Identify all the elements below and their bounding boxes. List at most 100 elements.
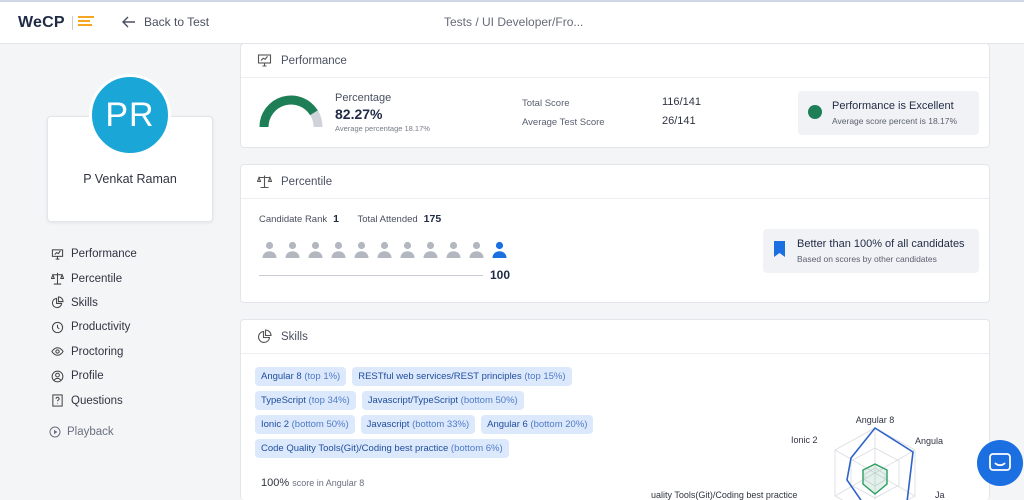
total-score-value: 116/141 xyxy=(662,96,701,108)
skill-tags: Angular 8 (top 1%) RESTful web services/… xyxy=(255,367,675,463)
logo-separator xyxy=(72,16,73,30)
percentile-summary: Better than 100% of all candidates Based… xyxy=(763,229,979,273)
skill-tag[interactable]: Angular 6 (bottom 20%) xyxy=(481,415,594,434)
nav-item-percentile[interactable]: Percentile xyxy=(51,266,137,290)
person-icon xyxy=(400,241,415,258)
avg-test-score-label: Average Test Score xyxy=(522,117,605,128)
avg-test-score-value: 26/141 xyxy=(662,115,696,127)
attended-value: 175 xyxy=(423,213,442,225)
total-score-label: Total Score xyxy=(522,98,570,109)
playback-button[interactable]: Playback xyxy=(49,426,114,438)
person-icon xyxy=(446,241,461,258)
play-circle-icon xyxy=(49,426,61,438)
verdict-title: Performance is Excellent xyxy=(832,100,954,112)
skill-score-value: 100% xyxy=(261,477,290,489)
chat-launcher-button[interactable] xyxy=(977,440,1023,486)
person-icon xyxy=(331,241,346,258)
card-title: Performance xyxy=(281,54,347,67)
skill-tag[interactable]: Javascript/TypeScript (bottom 50%) xyxy=(361,391,524,410)
radar-axis-label: uality Tools(Git)/Coding best practice xyxy=(651,490,797,500)
scale-icon xyxy=(51,273,64,285)
rank-row: Candidate Rank 1 Total Attended 175 xyxy=(259,213,457,225)
nav-label: Percentile xyxy=(71,272,123,285)
radar-series-average xyxy=(862,463,888,495)
presentation-chart-icon xyxy=(257,54,272,67)
performance-verdict: Performance is Excellent Average score p… xyxy=(798,91,979,135)
back-to-test-link[interactable]: Back to Test xyxy=(122,15,209,29)
skill-tag[interactable]: Ionic 2 (bottom 50%) xyxy=(255,415,355,434)
person-icon xyxy=(377,241,392,258)
card-title: Percentile xyxy=(281,175,333,188)
nav-item-proctoring[interactable]: Proctoring xyxy=(51,340,137,364)
person-icon xyxy=(423,241,438,258)
performance-card: Performance Percentage 82.27% Average pe… xyxy=(240,43,990,148)
skill-tag[interactable]: Angular 8 (top 1%) xyxy=(255,367,347,386)
nav-label: Profile xyxy=(71,370,104,383)
nav-label: Proctoring xyxy=(71,345,124,358)
breadcrumb: Tests / UI Developer/Fro... xyxy=(444,15,584,29)
nav-item-performance[interactable]: Performance xyxy=(51,242,137,266)
percentile-summary-title: Better than 100% of all candidates xyxy=(797,238,965,250)
arrow-left-icon xyxy=(122,16,135,28)
logo-bars-icon xyxy=(78,16,94,30)
percentile-summary-subtitle: Based on scores by other candidates xyxy=(797,254,937,264)
nav-label: Productivity xyxy=(71,321,131,334)
nav-label: Questions xyxy=(71,394,123,407)
clock-icon xyxy=(51,321,64,333)
person-icon xyxy=(262,241,277,258)
person-icon-candidate xyxy=(492,241,507,258)
back-label: Back to Test xyxy=(144,15,210,29)
wecp-logo[interactable]: WeCP xyxy=(18,14,65,32)
skill-tag[interactable]: Code Quality Tools(Git)/Coding best prac… xyxy=(255,439,509,458)
avatar: PR xyxy=(89,74,171,156)
app-header: WeCP Back to Test Tests / UI Developer/F… xyxy=(0,2,1024,44)
person-icon xyxy=(285,241,300,258)
radar-axis-label: Ja xyxy=(935,490,945,500)
status-dot-icon xyxy=(808,105,822,119)
pie-chart-icon xyxy=(257,329,272,344)
skill-tag[interactable]: TypeScript (top 34%) xyxy=(255,391,356,410)
person-icon xyxy=(308,241,323,258)
person-icon xyxy=(354,241,369,258)
nav-item-skills[interactable]: Skills xyxy=(51,291,137,315)
bookmark-icon xyxy=(774,241,785,257)
percentage-value: 82.27% xyxy=(335,106,383,122)
nav-label: Skills xyxy=(71,296,98,309)
nav-item-profile[interactable]: Profile xyxy=(51,364,137,388)
skill-tag[interactable]: Javascript (bottom 33%) xyxy=(360,415,476,434)
percentage-gauge xyxy=(259,95,323,128)
radar-axis-label: Ionic 2 xyxy=(791,435,818,445)
performance-card-header: Performance xyxy=(241,44,989,78)
skill-tag[interactable]: RESTful web services/REST principles (to… xyxy=(352,367,572,386)
percentile-card: Percentile Candidate Rank 1 Total Attende… xyxy=(240,164,990,303)
sidebar: PR P Venkat Raman Performance Percentile… xyxy=(0,44,230,500)
skills-radar-chart: Angular 8 Angula Ionic 2 uality Tools(Gi… xyxy=(651,415,945,500)
percentile-axis-line xyxy=(259,275,483,276)
nav-item-productivity[interactable]: Productivity xyxy=(51,315,137,339)
playback-label: Playback xyxy=(67,426,114,438)
skill-score-text: score in Angular 8 xyxy=(292,478,365,488)
candidate-name: P Venkat Raman xyxy=(83,172,177,186)
percentage-label: Percentage xyxy=(335,92,392,104)
rank-label: Candidate Rank xyxy=(259,214,328,225)
radar-axis-label: Angula xyxy=(915,436,943,446)
skills-card-header: Skills xyxy=(241,320,989,354)
user-circle-icon xyxy=(51,370,64,383)
candidate-people-row xyxy=(261,241,508,259)
rank-value: 1 xyxy=(333,213,339,225)
scale-icon xyxy=(257,175,272,189)
person-icon xyxy=(469,241,484,258)
card-title: Skills xyxy=(281,330,308,343)
question-doc-icon xyxy=(52,394,63,407)
radar-axis-label: Angular 8 xyxy=(856,415,895,425)
gauge-fill xyxy=(259,95,318,128)
skills-card: Skills Angular 8 (top 1%) RESTful web se… xyxy=(240,319,990,500)
chat-icon xyxy=(989,453,1011,471)
presentation-chart-icon xyxy=(51,249,64,260)
nav-label: Performance xyxy=(71,248,137,261)
pie-chart-icon xyxy=(51,296,64,309)
attended-label: Total Attended xyxy=(357,214,418,225)
nav-item-questions[interactable]: Questions xyxy=(51,388,137,412)
eye-icon xyxy=(51,347,64,356)
section-nav: Performance Percentile Skills Productivi… xyxy=(51,242,137,413)
